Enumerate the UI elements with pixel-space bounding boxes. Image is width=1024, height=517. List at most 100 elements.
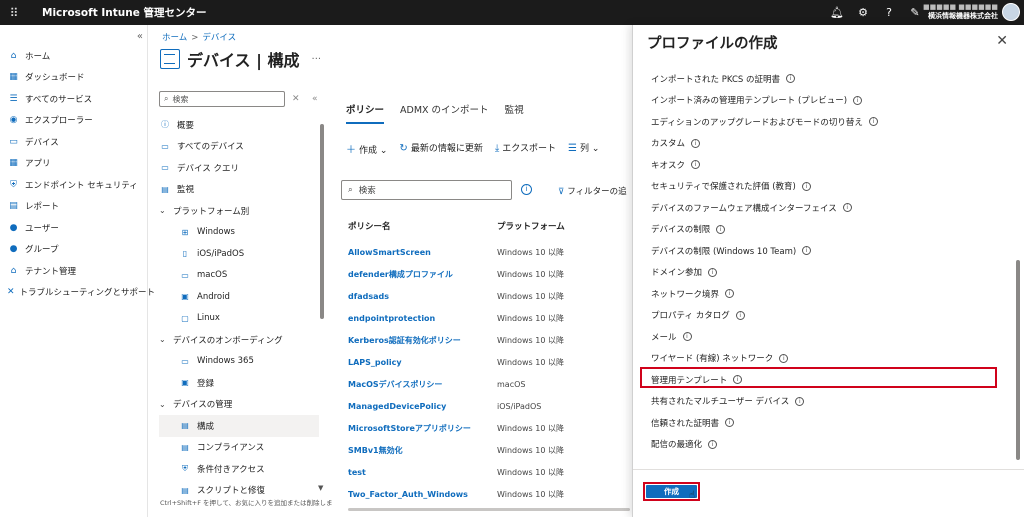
info-icon[interactable]: i (708, 267, 718, 277)
info-icon[interactable]: i (716, 224, 726, 234)
table-row[interactable]: MicrosoftStoreアプリポリシー Windows 10 以降 (348, 417, 633, 439)
info-icon[interactable]: i (853, 95, 863, 105)
policy-name-link[interactable]: LAPS_policy (348, 358, 497, 367)
menu-item[interactable]: ▤ コンプライアンス (159, 437, 319, 459)
avatar[interactable] (1002, 3, 1020, 21)
table-row[interactable]: endpointprotection Windows 10 以降 (348, 307, 633, 329)
tab[interactable]: ポリシー (346, 102, 385, 124)
policy-name-link[interactable]: test (348, 468, 497, 477)
info-icon[interactable]: i (691, 160, 701, 170)
menu-group[interactable]: ⌄ デバイスの管理 (159, 394, 319, 416)
breadcrumb-devices[interactable]: デバイス (202, 33, 236, 43)
scroll-down-icon[interactable]: ▼ (318, 484, 323, 492)
policy-name-link[interactable]: endpointprotection (348, 314, 497, 323)
info-icon[interactable]: i (691, 138, 701, 148)
table-row[interactable]: Kerberos認証有効化ポリシー Windows 10 以降 (348, 329, 633, 351)
add-filter-button[interactable]: ⊽ フィルターの追 (558, 185, 627, 197)
column-header-policy-name[interactable]: ポリシー名 (348, 220, 497, 232)
profile-type-item[interactable]: 配信の最適化 i (651, 434, 1003, 456)
collapse-menu-icon[interactable]: « (312, 94, 318, 104)
menu-item[interactable]: ▯ iOS/iPadOS (159, 243, 319, 265)
chevron-down-icon[interactable]: ⌄ (159, 335, 171, 344)
help-icon[interactable]: ? (882, 6, 896, 19)
profile-type-item[interactable]: プロパティ カタログ i (651, 305, 1003, 327)
nav-item[interactable]: ◉ エクスプローラー (0, 110, 148, 132)
account-info[interactable]: ■■■■■ ■■■■■■ 横浜情報機器株式会社 (923, 3, 998, 21)
export-button[interactable]: ⤓ エクスポート (495, 141, 556, 156)
profile-type-item[interactable]: エディションのアップグレードおよびモードの切り替え i (651, 111, 1003, 133)
profile-type-item[interactable]: インポート済みの管理用テンプレート (プレビュー) i (651, 90, 1003, 112)
profile-type-item[interactable]: セキュリティで保護された評価 (教育) i (651, 176, 1003, 198)
nav-item[interactable]: ⌂ ホーム (0, 45, 148, 67)
info-icon[interactable]: i (795, 396, 805, 406)
menu-item[interactable]: ▤ スクリプトと修復 (159, 480, 319, 496)
menu-item[interactable]: ⓘ 概要 (159, 114, 319, 136)
info-icon[interactable]: i (725, 289, 735, 299)
close-icon[interactable]: ✕ (996, 33, 1008, 49)
nav-item[interactable]: ▤ レポート (0, 196, 148, 218)
info-icon[interactable]: i (842, 203, 852, 213)
menu-item[interactable]: ▢ Linux (159, 308, 319, 330)
nav-item[interactable]: ✕ トラブルシューティングとサポート (0, 282, 155, 304)
policy-name-link[interactable]: MicrosoftStoreアプリポリシー (348, 423, 497, 434)
collapse-nav-icon[interactable]: « (137, 31, 143, 42)
menu-item[interactable]: ▤ 構成 (159, 415, 319, 437)
info-icon[interactable]: i (708, 439, 718, 449)
create-button[interactable]: ＋作成 ⌄ (346, 141, 387, 156)
panel-scrollbar[interactable] (1016, 72, 1020, 460)
table-row[interactable]: Two_Factor_Auth_Windows Windows 10 以降 (348, 483, 633, 505)
menu-item[interactable]: ▭ すべてのデバイス (159, 136, 319, 158)
menu-search-input[interactable]: ⌕ 検索 (159, 91, 285, 107)
nav-item[interactable]: ● ユーザー (0, 217, 148, 239)
profile-type-item[interactable]: メール i (651, 326, 1003, 348)
menu-item[interactable]: ▭ macOS (159, 265, 319, 287)
table-row[interactable]: ManagedDevicePolicy iOS/iPadOS (348, 395, 633, 417)
table-row[interactable]: dfadsads Windows 10 以降 (348, 285, 633, 307)
info-icon[interactable]: i (725, 418, 735, 428)
info-icon[interactable]: i (521, 184, 532, 195)
policy-name-link[interactable]: dfadsads (348, 292, 497, 301)
profile-type-item[interactable]: インポートされた PKCS の証明書 i (651, 68, 1003, 90)
nav-item[interactable]: ▦ アプリ (0, 153, 148, 175)
info-icon[interactable]: i (735, 310, 745, 320)
profile-type-item[interactable]: ドメイン参加 i (651, 262, 1003, 284)
info-icon[interactable]: i (868, 117, 878, 127)
policy-name-link[interactable]: SMBv1無効化 (348, 445, 497, 456)
gear-icon[interactable]: ⚙ (856, 6, 870, 19)
horizontal-scrollbar[interactable] (348, 508, 630, 511)
feedback-icon[interactable]: ✎ (908, 6, 922, 19)
menu-item[interactable]: ⛨ 条件付きアクセス (159, 458, 319, 480)
menu-item[interactable]: ▣ Android (159, 286, 319, 308)
info-icon[interactable]: i (682, 332, 692, 342)
profile-type-item[interactable]: キオスク i (651, 154, 1003, 176)
profile-type-item[interactable]: カスタム i (651, 133, 1003, 155)
policy-name-link[interactable]: defender構成プロファイル (348, 269, 497, 280)
menu-item[interactable]: ▭ デバイス クエリ (159, 157, 319, 179)
policy-name-link[interactable]: MacOSデバイスポリシー (348, 379, 497, 390)
profile-type-item[interactable]: 信頼された証明書 i (651, 412, 1003, 434)
table-row[interactable]: defender構成プロファイル Windows 10 以降 (348, 263, 633, 285)
nav-item[interactable]: ● グループ (0, 239, 148, 261)
menu-group[interactable]: ⌄ デバイスのオンボーディング (159, 329, 319, 351)
more-options-icon[interactable]: ··· (312, 54, 322, 65)
nav-item[interactable]: ☰ すべてのサービス (0, 88, 148, 110)
info-icon[interactable]: i (802, 246, 812, 256)
nav-item[interactable]: ▭ デバイス (0, 131, 148, 153)
profile-type-item[interactable]: デバイスの制限 i (651, 219, 1003, 241)
table-row[interactable]: LAPS_policy Windows 10 以降 (348, 351, 633, 373)
chevron-down-icon[interactable]: ⌄ (159, 400, 171, 409)
panel-scrollbar-thumb[interactable] (1016, 260, 1020, 460)
menu-scrollbar[interactable] (320, 124, 324, 319)
menu-group[interactable]: ⌄ プラットフォーム別 (159, 200, 319, 222)
menu-item[interactable]: ▣ 登録 (159, 372, 319, 394)
nav-item[interactable]: ▦ ダッシュボード (0, 67, 148, 89)
policy-name-link[interactable]: Kerberos認証有効化ポリシー (348, 335, 497, 346)
policy-name-link[interactable]: Two_Factor_Auth_Windows (348, 490, 497, 499)
menu-item[interactable]: ⊞ Windows (159, 222, 319, 244)
menu-item[interactable]: ▤ 監視 (159, 179, 319, 201)
tab[interactable]: 監視 (505, 102, 524, 124)
chevron-down-icon[interactable]: ⌄ (159, 206, 171, 215)
nav-item[interactable]: ⛨ エンドポイント セキュリティ (0, 174, 148, 196)
info-icon[interactable]: i (779, 353, 789, 363)
profile-type-item[interactable]: デバイスの制限 (Windows 10 Team) i (651, 240, 1003, 262)
